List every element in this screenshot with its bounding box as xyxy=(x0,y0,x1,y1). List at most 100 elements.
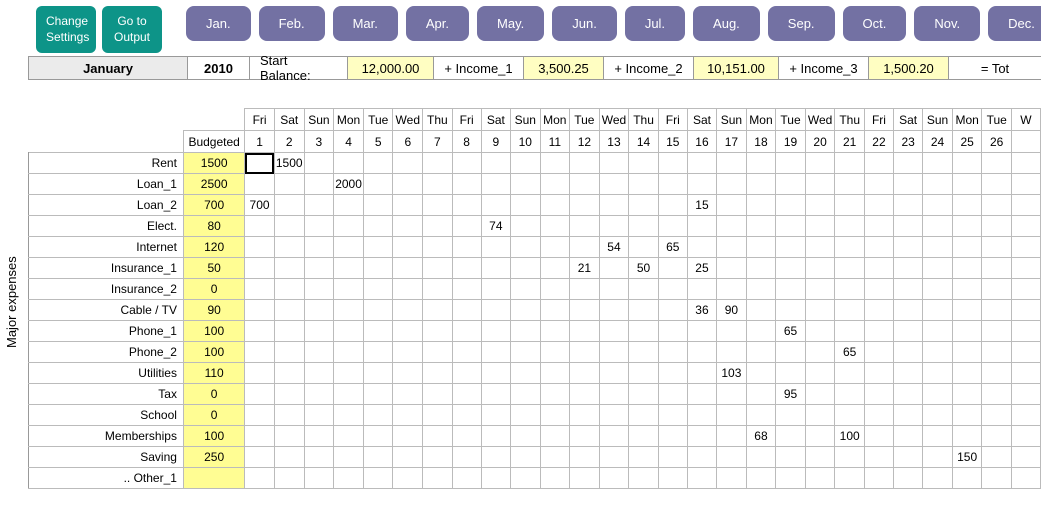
day-cell[interactable] xyxy=(452,279,481,300)
day-cell[interactable] xyxy=(304,363,334,384)
day-cell[interactable] xyxy=(599,468,629,489)
day-cell[interactable] xyxy=(274,279,304,300)
day-cell[interactable] xyxy=(452,426,481,447)
day-cell[interactable]: 50 xyxy=(629,258,658,279)
day-cell[interactable] xyxy=(304,321,334,342)
day-cell[interactable] xyxy=(687,363,716,384)
day-cell[interactable] xyxy=(570,447,599,468)
day-cell[interactable] xyxy=(805,447,835,468)
day-cell[interactable] xyxy=(363,258,392,279)
day-cell[interactable]: 65 xyxy=(776,321,805,342)
day-cell[interactable] xyxy=(893,300,922,321)
day-cell[interactable] xyxy=(481,279,510,300)
day-cell[interactable] xyxy=(923,426,953,447)
day-cell[interactable] xyxy=(923,258,953,279)
day-cell[interactable] xyxy=(423,426,452,447)
day-cell[interactable] xyxy=(923,279,953,300)
day-cell[interactable] xyxy=(599,216,629,237)
day-cell[interactable] xyxy=(393,426,423,447)
day-cell[interactable] xyxy=(363,447,392,468)
day-cell[interactable] xyxy=(452,216,481,237)
day-cell[interactable] xyxy=(599,363,629,384)
day-cell[interactable] xyxy=(746,363,776,384)
day-cell[interactable] xyxy=(717,426,747,447)
day-cell[interactable] xyxy=(510,384,540,405)
day-cell[interactable] xyxy=(540,405,570,426)
day-cell[interactable]: 90 xyxy=(717,300,747,321)
month-button-feb[interactable]: Feb. xyxy=(259,6,325,41)
month-button-nov[interactable]: Nov. xyxy=(914,6,980,41)
day-cell[interactable] xyxy=(570,216,599,237)
day-cell[interactable] xyxy=(570,426,599,447)
day-cell[interactable] xyxy=(393,258,423,279)
day-cell[interactable] xyxy=(864,384,893,405)
day-cell[interactable] xyxy=(717,174,747,195)
day-cell[interactable] xyxy=(274,447,304,468)
day-cell[interactable] xyxy=(274,174,304,195)
day-cell[interactable] xyxy=(274,384,304,405)
day-cell[interactable] xyxy=(274,237,304,258)
day-cell[interactable]: 1500 xyxy=(274,153,304,174)
day-cell[interactable] xyxy=(923,384,953,405)
day-cell[interactable]: 68 xyxy=(746,426,776,447)
day-cell[interactable] xyxy=(658,258,687,279)
day-cell[interactable] xyxy=(805,237,835,258)
day-cell[interactable] xyxy=(982,195,1011,216)
day-cell[interactable] xyxy=(746,195,776,216)
day-cell[interactable] xyxy=(835,174,864,195)
day-cell[interactable] xyxy=(304,153,334,174)
day-cell[interactable] xyxy=(982,447,1011,468)
day-cell[interactable] xyxy=(864,237,893,258)
day-cell[interactable] xyxy=(952,195,982,216)
day-cell[interactable] xyxy=(658,279,687,300)
budget-cell[interactable]: 0 xyxy=(183,405,244,426)
day-cell[interactable] xyxy=(746,279,776,300)
day-cell[interactable] xyxy=(805,363,835,384)
day-cell[interactable] xyxy=(746,321,776,342)
day-cell[interactable] xyxy=(334,321,364,342)
day-cell[interactable] xyxy=(805,174,835,195)
day-cell[interactable] xyxy=(363,300,392,321)
day-cell[interactable] xyxy=(952,237,982,258)
day-cell[interactable] xyxy=(570,384,599,405)
day-cell[interactable] xyxy=(304,279,334,300)
day-cell[interactable] xyxy=(481,153,510,174)
day-cell[interactable] xyxy=(245,447,274,468)
change-settings-button[interactable]: ChangeSettings xyxy=(36,6,96,53)
day-cell[interactable]: 65 xyxy=(658,237,687,258)
day-cell[interactable] xyxy=(893,363,922,384)
day-cell[interactable] xyxy=(982,216,1011,237)
day-cell[interactable] xyxy=(452,300,481,321)
day-cell[interactable] xyxy=(599,279,629,300)
day-cell[interactable] xyxy=(540,237,570,258)
day-cell[interactable] xyxy=(864,321,893,342)
day-cell[interactable] xyxy=(687,384,716,405)
day-cell[interactable]: 36 xyxy=(687,300,716,321)
day-cell[interactable] xyxy=(746,153,776,174)
day-cell[interactable] xyxy=(599,405,629,426)
day-cell[interactable] xyxy=(334,279,364,300)
day-cell[interactable] xyxy=(423,321,452,342)
day-cell[interactable] xyxy=(805,279,835,300)
day-cell[interactable] xyxy=(893,174,922,195)
day-cell[interactable] xyxy=(629,216,658,237)
day-cell[interactable] xyxy=(687,216,716,237)
day-cell[interactable] xyxy=(393,153,423,174)
day-cell[interactable] xyxy=(893,237,922,258)
day-cell[interactable] xyxy=(363,384,392,405)
day-cell[interactable] xyxy=(952,321,982,342)
day-cell[interactable] xyxy=(805,384,835,405)
day-cell[interactable] xyxy=(864,300,893,321)
day-cell[interactable] xyxy=(687,426,716,447)
day-cell[interactable]: 54 xyxy=(599,237,629,258)
day-cell[interactable] xyxy=(510,321,540,342)
month-button-jun[interactable]: Jun. xyxy=(552,6,617,41)
day-cell[interactable] xyxy=(540,447,570,468)
day-cell[interactable] xyxy=(746,405,776,426)
day-cell[interactable] xyxy=(274,195,304,216)
day-cell[interactable] xyxy=(658,216,687,237)
budget-cell[interactable]: 110 xyxy=(183,363,244,384)
day-cell[interactable] xyxy=(687,405,716,426)
day-cell[interactable] xyxy=(334,237,364,258)
day-cell[interactable] xyxy=(570,342,599,363)
